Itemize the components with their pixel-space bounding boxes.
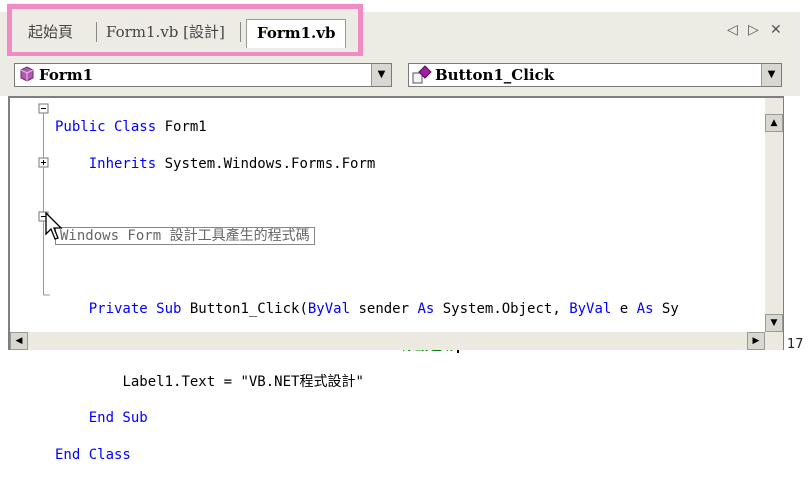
code-text-segment: Form1 — [156, 119, 207, 136]
method-name-dropdown[interactable]: Button1_Click ▼ — [408, 63, 782, 87]
tab-start-page[interactable]: 起始頁 — [28, 19, 73, 45]
event-method-icon — [412, 65, 432, 84]
vertical-scrollbar[interactable] — [765, 98, 783, 332]
keyword: Public Class — [55, 119, 157, 136]
tab-form1-code[interactable]: Form1.vb — [246, 19, 347, 48]
horizontal-scrollbar[interactable] — [10, 332, 783, 350]
tab-prev-icon[interactable]: ◁ — [727, 22, 738, 38]
page-number: 17 — [787, 337, 804, 352]
close-icon[interactable]: ✕ — [770, 22, 782, 38]
tab-separator — [96, 22, 97, 42]
code-text-segment: Label1.Text = "VB.NET程式設計" — [122, 374, 364, 391]
code-line-sub-declaration: Private Sub Button1_Click(ByVal sender A… — [55, 300, 679, 318]
chevron-down-icon[interactable]: ▼ — [371, 64, 391, 86]
code-line-1: Public Class Form1 — [55, 118, 679, 136]
keyword: As — [417, 301, 435, 318]
class-name-dropdown[interactable]: Form1 ▼ — [14, 63, 392, 87]
method-name-value: Button1_Click — [435, 66, 555, 84]
class-icon — [20, 66, 34, 82]
outline-tree — [38, 103, 50, 296]
code-text-segment: Button1_Click( — [181, 301, 308, 318]
code-text-segment: e — [611, 301, 637, 318]
scroll-down-button[interactable]: ▼ — [765, 314, 783, 332]
code-text-segment: System.Object, — [434, 301, 570, 318]
code-text-segment: Sy — [653, 301, 679, 318]
keyword: Inherits — [88, 155, 157, 172]
code-line-end-sub: End Sub — [55, 409, 679, 427]
code-line-2: Inherits System.Windows.Forms.Form — [55, 155, 679, 173]
code-line-end-class: End Class — [55, 446, 679, 464]
keyword: ByVal — [307, 301, 351, 318]
tab-next-icon[interactable]: ▷ — [748, 22, 759, 38]
keyword: Private Sub — [88, 301, 182, 318]
collapsed-region-label[interactable]: Windows Form 設計工具產生的程式碼 — [55, 227, 315, 246]
scroll-right-button[interactable]: ▶ — [747, 332, 765, 350]
keyword: End Class — [55, 446, 131, 463]
scroll-up-button[interactable]: ▲ — [765, 114, 783, 132]
keyword: As — [636, 301, 654, 318]
tab-form1-design[interactable]: Form1.vb [設計] — [106, 19, 225, 45]
mouse-pointer-icon — [45, 212, 63, 240]
code-line-region: Windows Form 設計工具產生的程式碼 — [55, 227, 679, 246]
class-name-value: Form1 — [39, 66, 94, 84]
keyword: ByVal — [569, 301, 612, 318]
code-text-segment: sender — [350, 301, 418, 318]
code-text-segment: System.Windows.Forms.Form — [156, 155, 376, 172]
scroll-left-button[interactable]: ◀ — [10, 332, 28, 350]
chevron-down-icon[interactable]: ▼ — [761, 64, 781, 86]
code-text[interactable]: Public Class Form1 Inherits System.Windo… — [55, 100, 679, 482]
code-line-text: Label1.Text = "VB.NET程式設計" — [55, 373, 679, 391]
keyword: End Sub — [88, 410, 148, 427]
tab-separator — [240, 22, 241, 42]
